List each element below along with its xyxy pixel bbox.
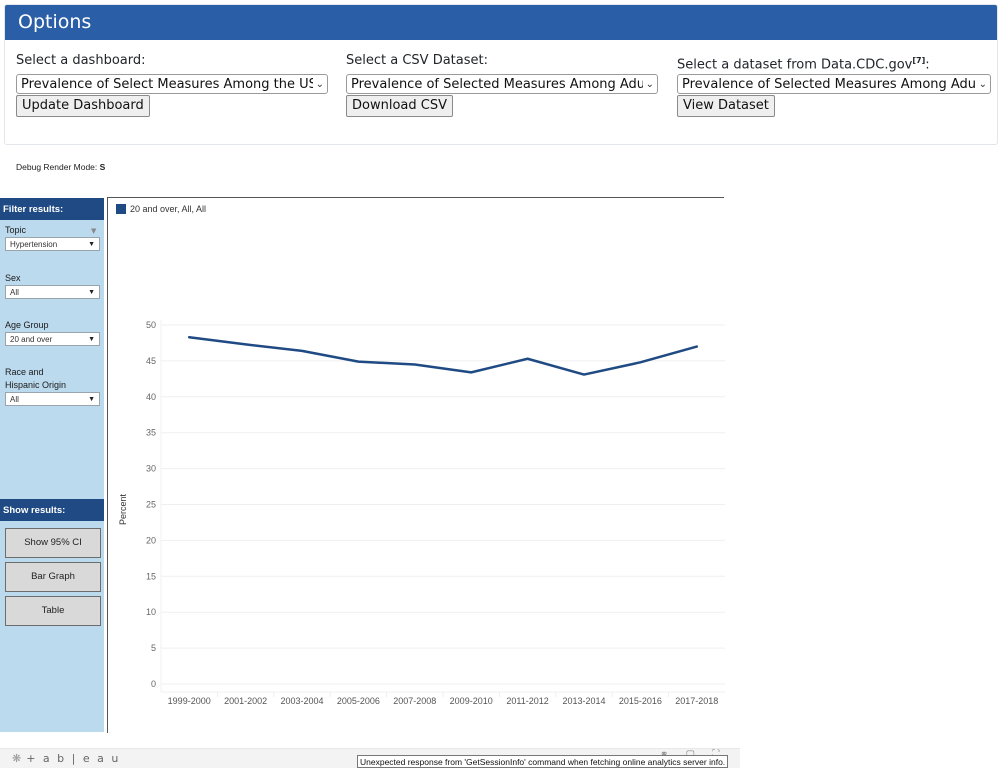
cdc-footnote-link[interactable]: [7] [912, 56, 925, 65]
table-button[interactable]: Table [5, 596, 101, 626]
data-point[interactable] [183, 331, 195, 343]
filter-results-header: Filter results: [0, 198, 104, 220]
topic-filter-menu-icon[interactable]: ▼ [91, 227, 96, 235]
csv-select-value: Prevalence of Selected Measures Among Ad… [351, 76, 643, 92]
topic-label: Topic [5, 225, 27, 235]
sex-select-value: All [10, 287, 19, 297]
error-message: Unexpected response from 'GetSessionInfo… [357, 755, 729, 768]
tableau-logo-text: + a b | e a u [26, 752, 121, 765]
y-tick-label: 20 [146, 535, 156, 545]
data-point[interactable] [409, 358, 421, 370]
options-panel: Options Select a dashboard: Prevalence o… [4, 4, 998, 145]
chart-area: 20 and over, All, All 0 5 10 15 20 25 30 35 40 45… [107, 197, 725, 733]
debug-value: S [99, 162, 106, 172]
data-point[interactable] [352, 356, 364, 368]
cdc-select-value: Prevalence of Selected Measures Among Ad… [682, 76, 976, 92]
x-tick-label: 2017-2018 [675, 696, 718, 706]
x-tick-label: 2013-2014 [562, 696, 605, 706]
x-tick-label: 2007-2008 [393, 696, 436, 706]
y-tick-label: 5 [151, 643, 156, 653]
sex-select[interactable]: All ▼ [5, 285, 100, 299]
age-group-label: Age Group [5, 320, 49, 330]
chevron-down-icon: ⌄ [315, 78, 324, 90]
download-csv-button[interactable]: Download CSV [346, 95, 453, 117]
race-origin-select[interactable]: All ▼ [5, 392, 100, 406]
cdc-selector-group: Select a dataset from Data.CDC.gov[7]: P… [677, 52, 991, 117]
tableau-logo-icon: ❋ [12, 752, 24, 765]
x-tick-label: 2011-2012 [506, 696, 548, 706]
line-chart: 0 5 10 15 20 25 30 35 40 45 50 1999-2000 2001-2002 20… [118, 320, 725, 706]
series-line[interactable] [187, 335, 699, 376]
sex-label: Sex [5, 273, 21, 283]
dropdown-arrow-icon: ▼ [88, 240, 95, 248]
data-point[interactable] [296, 345, 308, 357]
bar-graph-button[interactable]: Bar Graph [5, 562, 101, 592]
dashboard-selector-group: Select a dashboard: Prevalence of Select… [16, 52, 328, 117]
race-origin-label: Race and Hispanic Origin [5, 366, 66, 392]
age-group-select[interactable]: 20 and over ▼ [5, 332, 100, 346]
race-origin-label-line2: Hispanic Origin [5, 380, 67, 390]
options-title: Options [5, 5, 997, 40]
y-axis-label: Percent [118, 493, 128, 525]
show-results-header: Show results: [0, 499, 104, 521]
age-group-select-value: 20 and over [10, 334, 53, 344]
x-tick-label: 2003-2004 [280, 696, 323, 706]
y-tick-label: 15 [146, 571, 156, 581]
tableau-logo[interactable]: ❋ + a b | e a u [12, 752, 120, 765]
topic-select-value: Hypertension [10, 239, 58, 249]
y-tick-label: 30 [146, 464, 156, 474]
data-point[interactable] [522, 353, 534, 365]
dropdown-arrow-icon: ▼ [88, 335, 95, 343]
x-tick-label: 2001-2002 [224, 696, 267, 706]
dropdown-arrow-icon: ▼ [88, 395, 95, 403]
y-tick-label: 35 [146, 428, 156, 438]
csv-select-label: Select a CSV Dataset: [346, 53, 488, 68]
csv-selector-group: Select a CSV Dataset: Prevalence of Sele… [346, 52, 658, 117]
data-point[interactable] [465, 366, 477, 378]
y-tick-label: 25 [146, 500, 156, 510]
csv-select[interactable]: Prevalence of Selected Measures Among Ad… [346, 74, 658, 94]
view-dataset-button[interactable]: View Dataset [677, 95, 775, 117]
dashboard-select[interactable]: Prevalence of Select Measures Among the … [16, 74, 328, 94]
y-tick-label: 0 [151, 679, 156, 689]
topic-select[interactable]: Hypertension ▼ [5, 237, 100, 251]
race-origin-select-value: All [10, 394, 19, 404]
debug-render-mode: Debug Render Mode: S [16, 162, 105, 172]
dashboard-select-label: Select a dashboard: [16, 53, 146, 68]
filter-sidebar: Filter results: Topic ▼ Hypertension ▼ S… [0, 198, 104, 732]
x-tick-label: 2015-2016 [619, 696, 662, 706]
x-tick-label: 2009-2010 [450, 696, 493, 706]
data-point[interactable] [691, 341, 703, 353]
chevron-down-icon: ⌄ [978, 78, 987, 90]
y-tick-label: 50 [146, 320, 156, 330]
x-tick-label: 1999-2000 [168, 696, 211, 706]
race-origin-label-line1: Race and [5, 367, 44, 377]
data-point[interactable] [578, 369, 590, 381]
show-95-ci-button[interactable]: Show 95% CI [5, 528, 101, 558]
dashboard-select-value: Prevalence of Select Measures Among the … [21, 76, 313, 92]
update-dashboard-button[interactable]: Update Dashboard [16, 95, 150, 117]
data-point[interactable] [634, 356, 646, 368]
y-tick-label: 45 [146, 356, 156, 366]
x-tick-label: 2005-2006 [337, 696, 380, 706]
debug-label: Debug Render Mode: [16, 162, 98, 172]
chevron-down-icon: ⌄ [645, 78, 654, 90]
y-tick-label: 10 [146, 607, 156, 617]
y-tick-label: 40 [146, 392, 156, 402]
cdc-label-suffix: : [925, 57, 930, 73]
data-point[interactable] [240, 338, 252, 350]
cdc-select-label: Select a dataset from Data.CDC.gov[7]: [677, 52, 991, 74]
dropdown-arrow-icon: ▼ [88, 288, 95, 296]
cdc-select[interactable]: Prevalence of Selected Measures Among Ad… [677, 74, 991, 94]
cdc-label-text: Select a dataset from Data.CDC.gov [677, 57, 913, 73]
options-body: Select a dashboard: Prevalence of Select… [5, 40, 997, 144]
